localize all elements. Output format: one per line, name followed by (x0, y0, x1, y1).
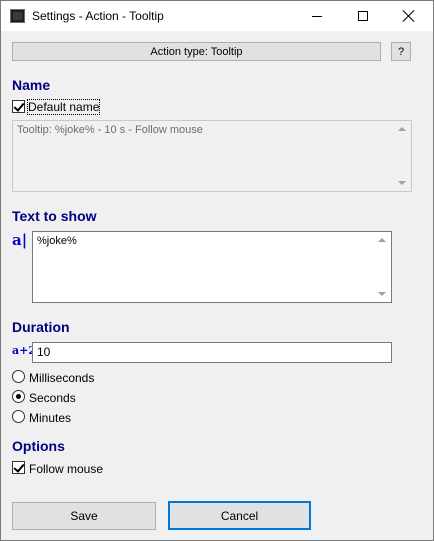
default-name-label[interactable]: Default name (26, 99, 101, 115)
unit-minutes-label[interactable]: Minutes (29, 411, 71, 425)
minimize-button[interactable] (294, 1, 340, 31)
duration-input[interactable]: 10 (32, 342, 392, 363)
scroll-down-icon (398, 181, 406, 185)
action-type-button[interactable]: Action type: Tooltip (12, 42, 381, 61)
follow-mouse-label[interactable]: Follow mouse (29, 462, 103, 476)
minimize-icon (312, 15, 322, 17)
help-button[interactable]: ? (391, 42, 411, 61)
title-bar[interactable]: Settings - Action - Tooltip (1, 1, 433, 31)
scroll-up-icon (398, 127, 406, 131)
name-preview-scrollbar (394, 122, 410, 190)
text-icon: a| (12, 231, 28, 249)
text-to-show-value: %joke% (37, 235, 77, 247)
text-to-show-input[interactable]: %joke% (32, 231, 392, 303)
default-name-checkbox[interactable] (12, 100, 25, 113)
unit-seconds-label[interactable]: Seconds (29, 391, 76, 405)
scroll-up-icon[interactable] (378, 238, 386, 242)
scroll-down-icon[interactable] (378, 292, 386, 296)
maximize-icon (358, 11, 368, 21)
close-button[interactable] (386, 1, 432, 31)
settings-window: Settings - Action - Tooltip Action type:… (0, 0, 434, 541)
unit-milliseconds-radio[interactable] (12, 370, 25, 383)
text-to-show-heading: Text to show (12, 208, 97, 224)
close-icon (403, 10, 415, 22)
name-preview-textbox: Tooltip: %joke% - 10 s - Follow mouse (12, 120, 412, 192)
unit-milliseconds-label[interactable]: Milliseconds (29, 371, 94, 385)
follow-mouse-checkbox[interactable] (12, 461, 25, 474)
window-title: Settings - Action - Tooltip (32, 9, 164, 23)
duration-heading: Duration (12, 319, 70, 335)
name-preview-text: Tooltip: %joke% - 10 s - Follow mouse (17, 124, 203, 136)
cancel-button[interactable]: Cancel (168, 501, 311, 530)
unit-minutes-radio[interactable] (12, 410, 25, 423)
save-button[interactable]: Save (12, 502, 156, 530)
name-heading: Name (12, 77, 51, 93)
maximize-button[interactable] (340, 1, 386, 31)
text-to-show-scrollbar[interactable] (374, 233, 390, 301)
unit-seconds-radio[interactable] (12, 390, 25, 403)
app-icon (10, 9, 25, 23)
options-heading: Options (12, 438, 65, 454)
